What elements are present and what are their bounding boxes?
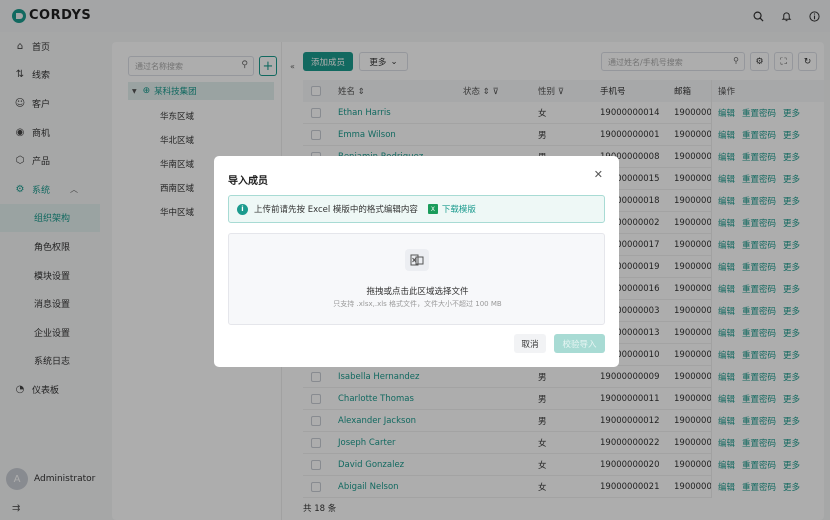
import-members-dialog: 导入成员 ✕ i 上传前请先按 Excel 模版中的格式编辑内容 X 下载模版 …	[214, 156, 619, 367]
validate-import-button[interactable]: 校验导入	[554, 334, 605, 353]
dropzone-hint: 只支持 .xlsx,.xls 格式文件，文件大小不超过 100 MB	[333, 300, 502, 308]
info-icon: i	[237, 203, 248, 215]
download-template-link[interactable]: 下载模版	[442, 203, 476, 215]
dropzone-title: 拖拽或点击此区域选择文件	[366, 287, 469, 297]
dialog-title: 导入成员	[228, 176, 268, 187]
excel-icon: X	[427, 204, 438, 214]
notice-text: 上传前请先按 Excel 模版中的格式编辑内容	[254, 205, 418, 215]
excel-file-icon	[405, 249, 429, 271]
file-dropzone[interactable]: 拖拽或点击此区域选择文件 只支持 .xlsx,.xls 格式文件，文件大小不超过…	[228, 233, 605, 325]
cancel-button[interactable]: 取消	[514, 334, 546, 353]
import-notice: i 上传前请先按 Excel 模版中的格式编辑内容 X 下载模版	[228, 195, 605, 223]
close-icon[interactable]: ✕	[594, 168, 603, 181]
